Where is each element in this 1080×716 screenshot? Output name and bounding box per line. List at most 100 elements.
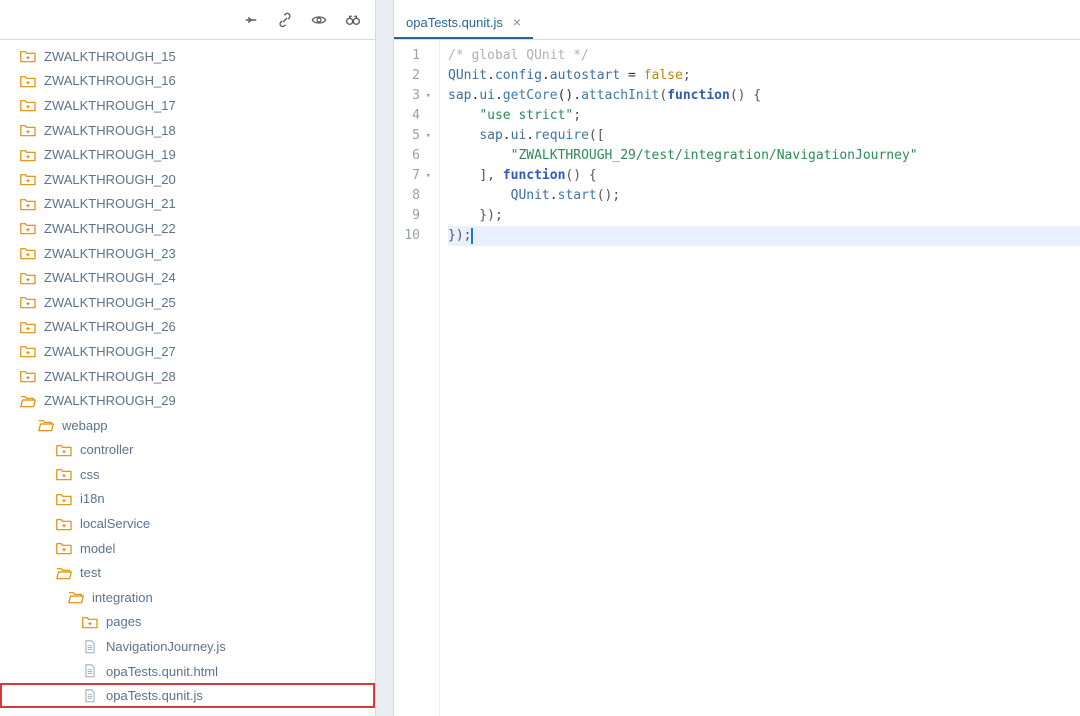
tree-item-label: NavigationJourney.js bbox=[106, 639, 226, 654]
code-line[interactable]: sap.ui.require([ bbox=[448, 126, 1080, 146]
tree-item[interactable]: ZWALKTHROUGH_18 bbox=[0, 118, 375, 143]
tree-item-label: pages bbox=[106, 614, 141, 629]
link-icon[interactable] bbox=[277, 12, 293, 28]
folder-plus-icon bbox=[56, 541, 72, 555]
tree-item-label: ZWALKTHROUGH_23 bbox=[44, 246, 176, 261]
sidebar-toolbar bbox=[0, 0, 375, 40]
gutter-line: 7▾ bbox=[398, 166, 431, 186]
tree-item[interactable]: ZWALKTHROUGH_23 bbox=[0, 241, 375, 266]
tree-item-label: ZWALKTHROUGH_19 bbox=[44, 147, 176, 162]
folder-plus-icon bbox=[20, 49, 36, 63]
gutter-line: 8 bbox=[398, 186, 431, 206]
tree-item[interactable]: NavigationJourney.js bbox=[0, 634, 375, 659]
folder-plus-icon bbox=[56, 467, 72, 481]
tree-item[interactable]: ZWALKTHROUGH_24 bbox=[0, 265, 375, 290]
folder-plus-icon bbox=[20, 123, 36, 137]
tree-item-label: ZWALKTHROUGH_17 bbox=[44, 98, 176, 113]
close-icon[interactable]: × bbox=[513, 14, 521, 30]
code-line[interactable]: /* global QUnit */ bbox=[448, 46, 1080, 66]
tree-item-label: ZWALKTHROUGH_24 bbox=[44, 270, 176, 285]
code-line[interactable]: QUnit.config.autostart = false; bbox=[448, 66, 1080, 86]
tree-item-label: css bbox=[80, 467, 100, 482]
folder-plus-icon bbox=[20, 172, 36, 186]
tree-item[interactable]: ZWALKTHROUGH_16 bbox=[0, 69, 375, 94]
fold-marker-icon[interactable]: ▾ bbox=[423, 126, 431, 146]
tree-item-label: ZWALKTHROUGH_22 bbox=[44, 221, 176, 236]
tree-item-label: ZWALKTHROUGH_28 bbox=[44, 369, 176, 384]
tree-item[interactable]: ZWALKTHROUGH_17 bbox=[0, 93, 375, 118]
panel-divider[interactable] bbox=[376, 0, 394, 716]
collapse-icon[interactable] bbox=[243, 12, 259, 28]
folder-plus-icon bbox=[20, 369, 36, 383]
tree-item-label: ZWALKTHROUGH_29 bbox=[44, 393, 176, 408]
tree-item[interactable]: ZWALKTHROUGH_29 bbox=[0, 388, 375, 413]
tree-item[interactable]: ZWALKTHROUGH_26 bbox=[0, 315, 375, 340]
tree-item[interactable]: localService bbox=[0, 511, 375, 536]
tree-item[interactable]: ZWALKTHROUGH_19 bbox=[0, 142, 375, 167]
tree-item-label: i18n bbox=[80, 491, 105, 506]
tree-item-label: model bbox=[80, 541, 115, 556]
tree-item[interactable]: ZWALKTHROUGH_21 bbox=[0, 192, 375, 217]
gutter-line: 9 bbox=[398, 206, 431, 226]
folder-plus-icon bbox=[20, 197, 36, 211]
code-line[interactable]: }); bbox=[448, 226, 1080, 246]
tree-item[interactable]: controller bbox=[0, 438, 375, 463]
tree-item[interactable]: ZWALKTHROUGH_15 bbox=[0, 44, 375, 69]
tree-item-label: controller bbox=[80, 442, 133, 457]
folder-plus-icon bbox=[56, 443, 72, 457]
code-line[interactable]: }); bbox=[448, 206, 1080, 226]
tree-item[interactable]: ZWALKTHROUGH_27 bbox=[0, 339, 375, 364]
tree-item-label: webapp bbox=[62, 418, 108, 433]
gutter-line: 5▾ bbox=[398, 126, 431, 146]
folder-plus-icon bbox=[82, 615, 98, 629]
tree-item[interactable]: ZWALKTHROUGH_28 bbox=[0, 364, 375, 389]
tree-item-label: opaTests.qunit.html bbox=[106, 664, 218, 679]
file-tree[interactable]: ZWALKTHROUGH_15 ZWALKTHROUGH_16 ZWALKTHROU… bbox=[0, 40, 375, 716]
sidebar: ZWALKTHROUGH_15 ZWALKTHROUGH_16 ZWALKTHROU… bbox=[0, 0, 376, 716]
tree-item[interactable]: webapp bbox=[0, 413, 375, 438]
gutter-line: 2 bbox=[398, 66, 431, 86]
file-icon bbox=[82, 689, 98, 703]
tree-item[interactable]: pages bbox=[0, 610, 375, 635]
code-line[interactable]: "ZWALKTHROUGH_29/test/integration/Naviga… bbox=[448, 146, 1080, 166]
tree-item[interactable]: ZWALKTHROUGH_20 bbox=[0, 167, 375, 192]
code-line[interactable]: "use strict"; bbox=[448, 106, 1080, 126]
eye-icon[interactable] bbox=[311, 12, 327, 28]
tree-item[interactable]: ZWALKTHROUGH_25 bbox=[0, 290, 375, 315]
tree-item-label: ZWALKTHROUGH_25 bbox=[44, 295, 176, 310]
line-gutter: 123▾45▾67▾8910 bbox=[394, 40, 440, 716]
tree-item[interactable]: ZWALKTHROUGH_22 bbox=[0, 216, 375, 241]
folder-plus-icon bbox=[20, 344, 36, 358]
fold-marker-icon[interactable]: ▾ bbox=[423, 86, 431, 106]
folder-plus-icon bbox=[20, 246, 36, 260]
tree-item-label: ZWALKTHROUGH_20 bbox=[44, 172, 176, 187]
fold-marker-icon[interactable]: ▾ bbox=[423, 166, 431, 186]
code-body[interactable]: /* global QUnit */QUnit.config.autostart… bbox=[440, 40, 1080, 716]
code-line[interactable]: sap.ui.getCore().attachInit(function() { bbox=[448, 86, 1080, 106]
tree-item[interactable]: css bbox=[0, 462, 375, 487]
tree-item-label: ZWALKTHROUGH_21 bbox=[44, 196, 176, 211]
tree-item[interactable]: integration bbox=[0, 585, 375, 610]
tree-item[interactable]: opaTests.qunit.js bbox=[0, 683, 375, 708]
folder-open-icon bbox=[56, 566, 72, 580]
editor-tab[interactable]: opaTests.qunit.js × bbox=[394, 7, 533, 39]
tree-item-label: ZWALKTHROUGH_15 bbox=[44, 49, 176, 64]
code-area[interactable]: 123▾45▾67▾8910 /* global QUnit */QUnit.c… bbox=[394, 40, 1080, 716]
file-icon bbox=[82, 664, 98, 678]
tree-item[interactable]: opaTests.qunit.html bbox=[0, 659, 375, 684]
code-line[interactable]: QUnit.start(); bbox=[448, 186, 1080, 206]
binoculars-icon[interactable] bbox=[345, 12, 361, 28]
code-line[interactable]: ], function() { bbox=[448, 166, 1080, 186]
gutter-line: 3▾ bbox=[398, 86, 431, 106]
folder-plus-icon bbox=[20, 271, 36, 285]
gutter-line: 4 bbox=[398, 106, 431, 126]
tree-item[interactable]: i18n bbox=[0, 487, 375, 512]
gutter-line: 10 bbox=[398, 226, 431, 246]
tree-item-label: ZWALKTHROUGH_16 bbox=[44, 73, 176, 88]
folder-plus-icon bbox=[20, 148, 36, 162]
folder-plus-icon bbox=[56, 492, 72, 506]
folder-plus-icon bbox=[20, 320, 36, 334]
tree-item[interactable]: test bbox=[0, 560, 375, 585]
tree-item-label: integration bbox=[92, 590, 153, 605]
tree-item[interactable]: model bbox=[0, 536, 375, 561]
